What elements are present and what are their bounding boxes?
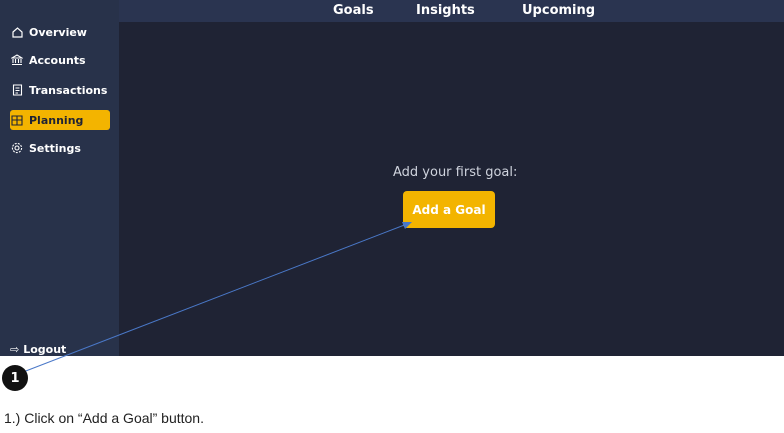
annotation-arrow bbox=[17, 222, 412, 375]
instruction-text: 1.) Click on “Add a Goal” button. bbox=[4, 410, 204, 426]
step-marker: 1 bbox=[2, 365, 28, 391]
